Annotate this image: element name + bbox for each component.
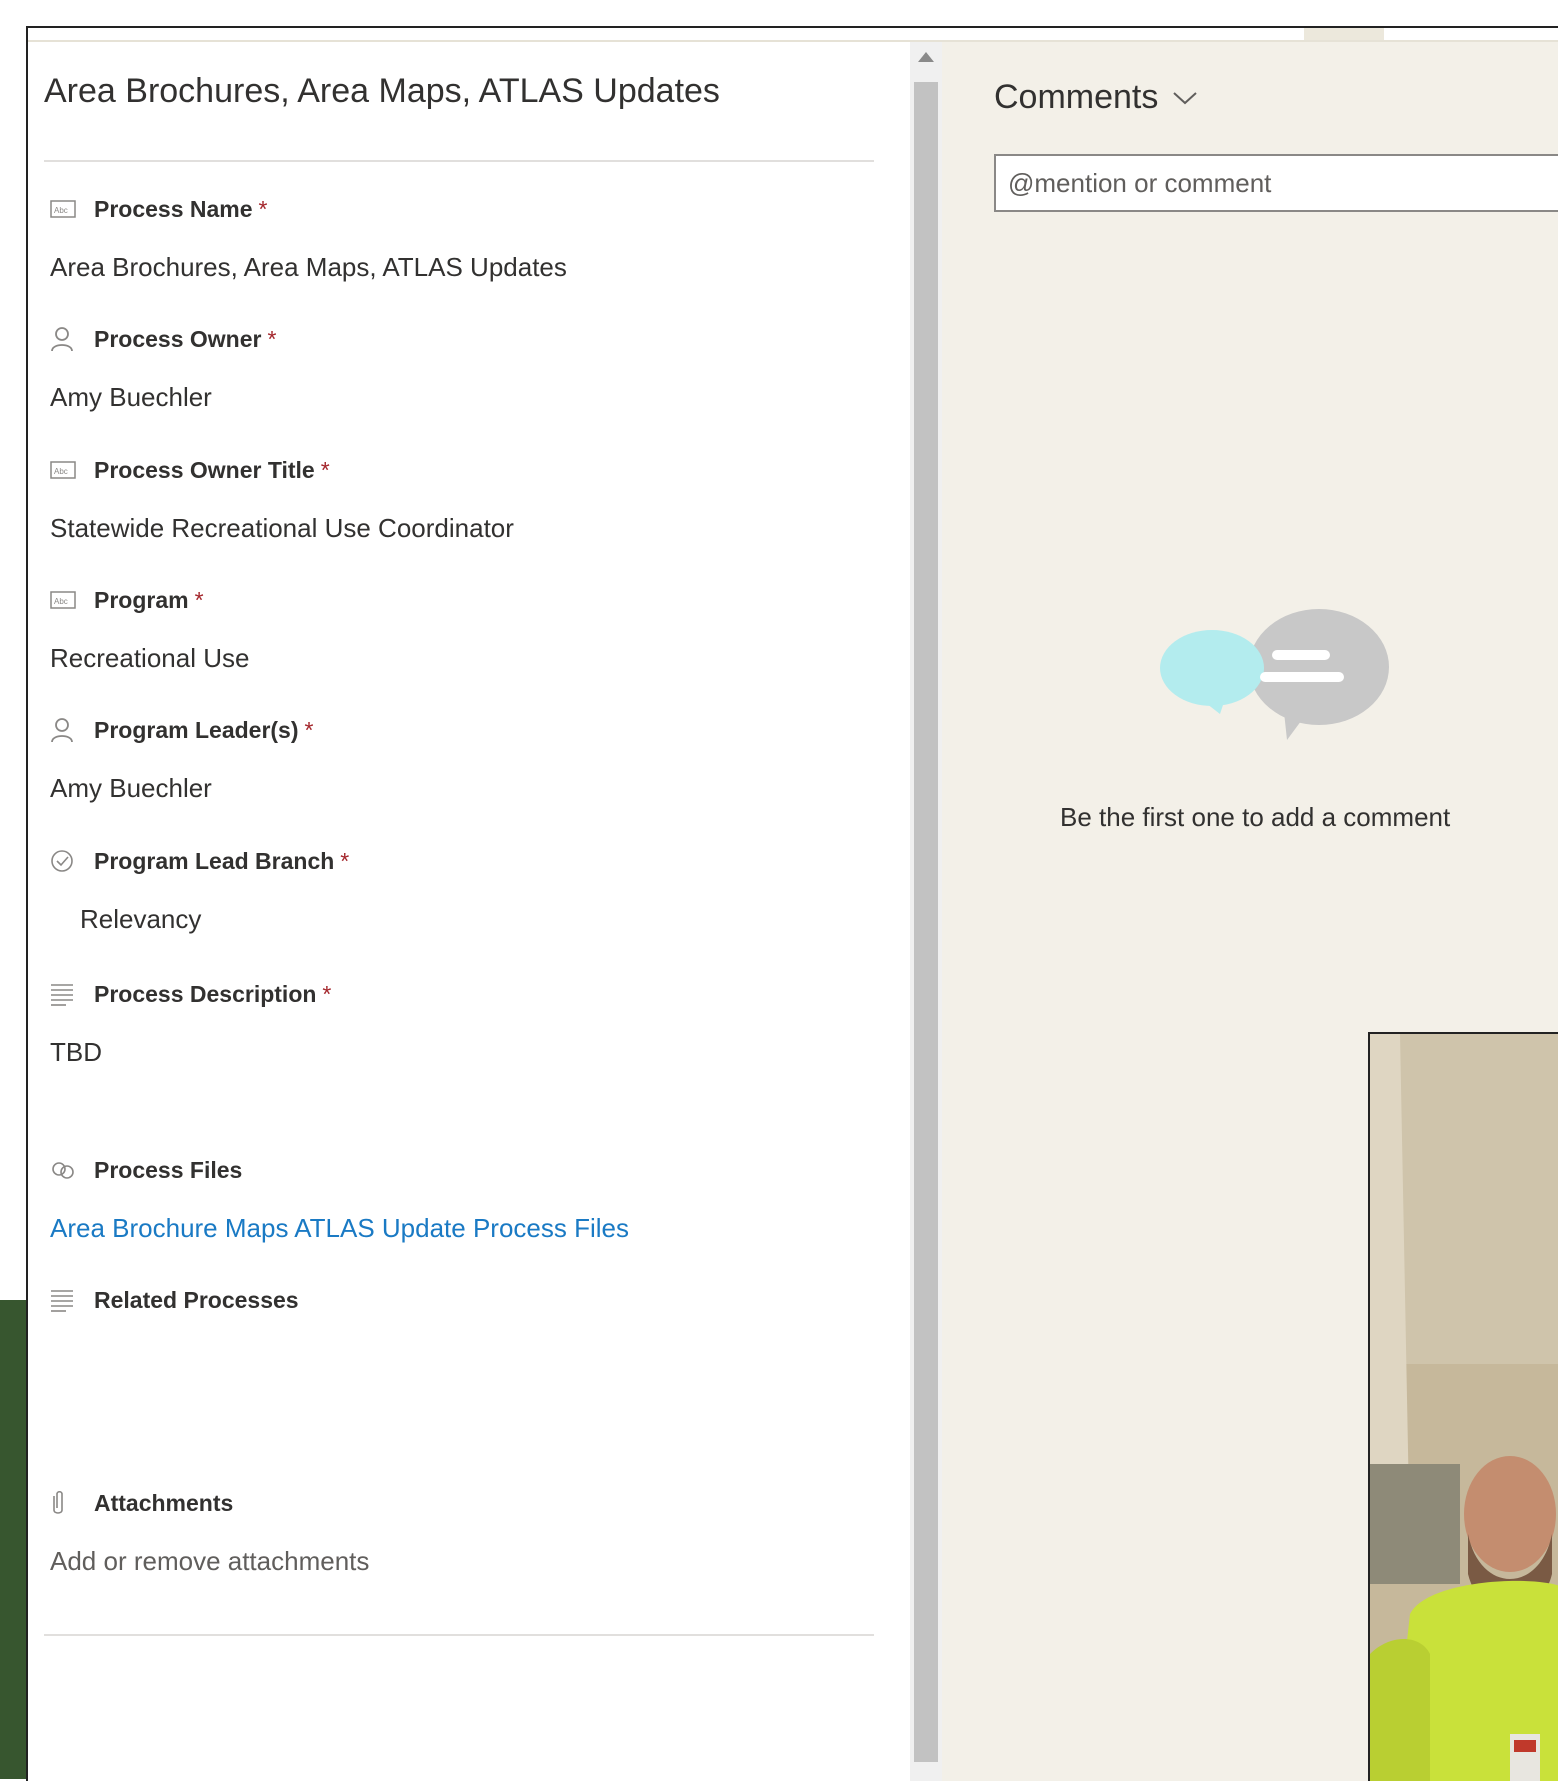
field-process-name: Abc Process Name * Area Brochures, Area … xyxy=(50,194,910,284)
field-process-description: Process Description * TBD xyxy=(50,979,910,1069)
field-program: Abc Program * Recreational Use xyxy=(50,585,910,675)
field-label: Process Name xyxy=(94,195,253,222)
field-related-processes: Related Processes xyxy=(50,1285,910,1375)
field-value-process-owner-title[interactable]: Statewide Recreational Use Coordinator xyxy=(50,511,910,545)
field-label: Process Owner xyxy=(94,325,262,352)
window-top-strip xyxy=(28,28,1558,42)
field-value-process-name[interactable]: Area Brochures, Area Maps, ATLAS Updates xyxy=(50,250,910,284)
title-divider xyxy=(44,160,874,162)
comments-panel: Comments Be the first one to add a comme… xyxy=(942,42,1558,1781)
text-field-icon: Abc xyxy=(50,196,78,222)
required-asterisk: * xyxy=(320,456,330,483)
text-field-icon: Abc xyxy=(50,457,78,483)
scroll-thumb[interactable] xyxy=(914,82,938,1762)
comments-empty-message: Be the first one to add a comment xyxy=(1060,802,1451,832)
field-program-lead-branch: Program Lead Branch * Relevancy xyxy=(50,846,910,936)
person-icon xyxy=(50,717,78,743)
field-process-owner-title: Abc Process Owner Title * Statewide Recr… xyxy=(50,455,910,545)
field-label: Attachments xyxy=(94,1489,234,1516)
field-label: Process Owner Title xyxy=(94,456,315,483)
field-label: Process Description xyxy=(94,980,317,1007)
comment-input[interactable] xyxy=(994,154,1558,212)
field-value-program-lead-branch[interactable]: Relevancy xyxy=(50,902,910,936)
link-icon xyxy=(50,1157,78,1183)
field-value-process-description[interactable]: TBD xyxy=(50,1035,910,1069)
svg-text:Abc: Abc xyxy=(54,597,68,606)
add-remove-attachments-link[interactable]: Add or remove attachments xyxy=(50,1544,910,1578)
comments-empty-illustration-icon xyxy=(1160,609,1389,740)
comments-title: Comments xyxy=(994,78,1159,116)
required-asterisk: * xyxy=(258,195,268,222)
top-tab-marker xyxy=(1304,28,1384,40)
field-attachments: Attachments Add or remove attachments xyxy=(50,1488,910,1578)
paperclip-icon xyxy=(50,1490,78,1516)
scroll-up-arrow-icon[interactable] xyxy=(918,52,934,62)
list-item-window: Area Brochures, Area Maps, ATLAS Updates… xyxy=(26,26,1558,1781)
field-value-program-leaders[interactable]: Amy Buechler xyxy=(50,771,910,805)
process-files-link[interactable]: Area Brochure Maps ATLAS Update Process … xyxy=(50,1211,910,1245)
page-title: Area Brochures, Area Maps, ATLAS Updates xyxy=(44,72,720,110)
field-program-leaders: Program Leader(s) * Amy Buechler xyxy=(50,715,910,805)
person-icon xyxy=(50,326,78,352)
chevron-down-icon[interactable] xyxy=(1172,90,1198,106)
field-label: Related Processes xyxy=(94,1286,299,1313)
field-label: Program Lead Branch xyxy=(94,847,335,874)
multiline-icon xyxy=(50,981,78,1007)
required-asterisk: * xyxy=(304,716,314,743)
video-thumbnail-overlay xyxy=(1368,1032,1558,1781)
field-label: Program Leader(s) xyxy=(94,716,299,743)
choice-icon xyxy=(50,848,78,874)
svg-text:Abc: Abc xyxy=(54,206,68,215)
field-value-process-owner[interactable]: Amy Buechler xyxy=(50,380,910,414)
comments-header[interactable]: Comments xyxy=(994,78,1198,117)
field-process-files: Process Files Area Brochure Maps ATLAS U… xyxy=(50,1155,910,1245)
multiline-icon xyxy=(50,1287,78,1313)
field-process-owner: Process Owner * Amy Buechler xyxy=(50,324,910,414)
required-asterisk: * xyxy=(194,586,204,613)
field-value-program[interactable]: Recreational Use xyxy=(50,641,910,675)
svg-text:Abc: Abc xyxy=(54,467,68,476)
required-asterisk: * xyxy=(322,980,332,1007)
field-label: Program xyxy=(94,586,189,613)
field-value-related-processes[interactable] xyxy=(50,1341,910,1375)
text-field-icon: Abc xyxy=(50,587,78,613)
required-asterisk: * xyxy=(267,325,277,352)
required-asterisk: * xyxy=(340,847,350,874)
form-scrollbar[interactable] xyxy=(910,42,942,1781)
item-details-panel: Area Brochures, Area Maps, ATLAS Updates… xyxy=(28,42,930,1781)
attachments-divider xyxy=(44,1634,874,1636)
field-label: Process Files xyxy=(94,1156,243,1183)
